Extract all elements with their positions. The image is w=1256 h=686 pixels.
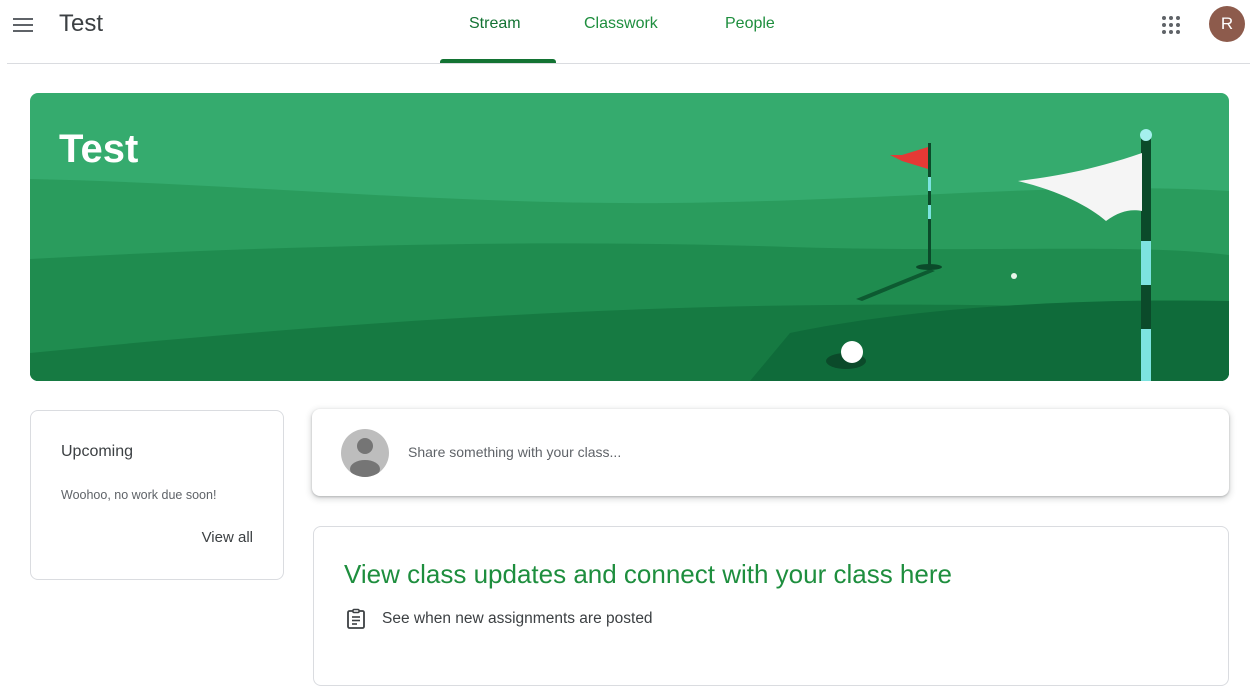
assignment-clipboard-icon [347,608,365,629]
banner-class-title: Test [59,127,139,171]
class-title[interactable]: Test [59,8,103,40]
class-updates-info-card: View class updates and connect with your… [313,526,1229,686]
person-icon [350,438,380,477]
account-avatar[interactable]: R [1209,6,1245,42]
tab-people[interactable]: People [725,14,775,34]
upcoming-empty-message: Woohoo, no work due soon! [61,488,217,502]
tab-stream[interactable]: Stream [469,14,521,34]
user-avatar-placeholder [341,429,389,477]
view-all-button[interactable]: View all [202,529,253,546]
golf-course-illustration [30,93,1229,381]
header-divider [7,63,1250,64]
info-item-text: See when new assignments are posted [382,610,653,627]
info-heading: View class updates and connect with your… [344,559,952,589]
top-bar: Test Stream Classwork People R [0,0,1256,64]
upcoming-title: Upcoming [61,443,134,460]
google-apps-button[interactable] [1159,13,1183,37]
apps-grid-icon [1162,16,1180,34]
tab-classwork[interactable]: Classwork [584,14,658,34]
upcoming-card: Upcoming Woohoo, no work due soon! View … [30,410,284,580]
main-menu-button[interactable] [10,14,36,36]
class-banner: Test [30,93,1229,381]
menu-icon-line [13,24,33,26]
info-item: See when new assignments are posted [344,607,653,631]
share-placeholder-text: Share something with your class... [408,444,622,460]
menu-icon-line [13,18,33,20]
share-with-class-box[interactable]: Share something with your class... [312,409,1229,496]
menu-icon-line [13,30,33,32]
